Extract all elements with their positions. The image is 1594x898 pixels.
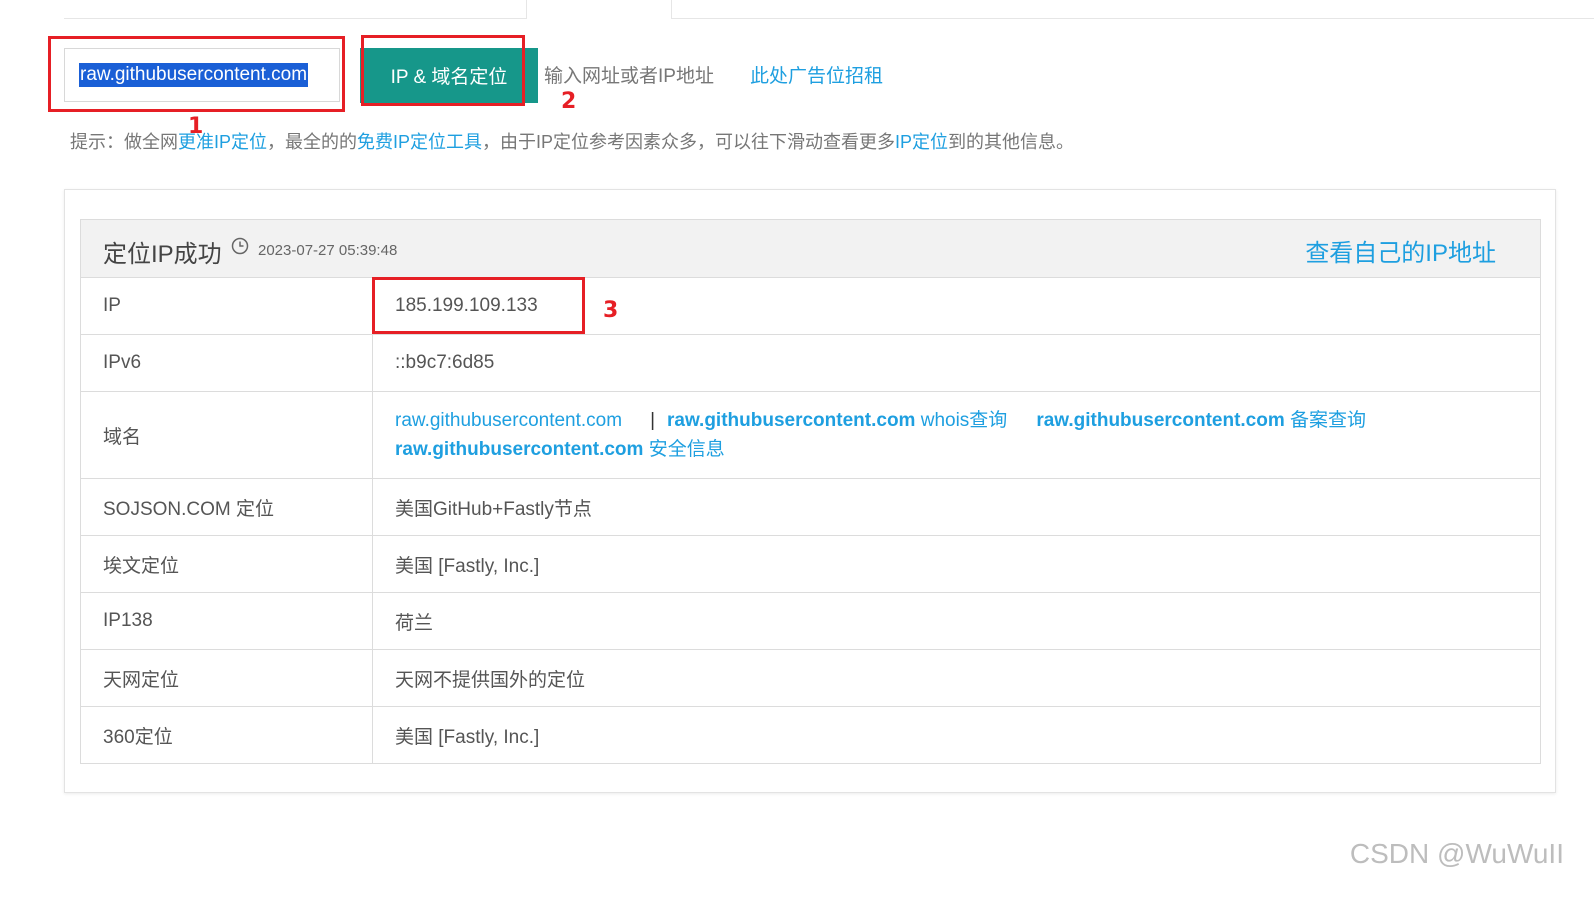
table-row-domain: 域名 raw.githubusercontent.com | raw.githubu… (81, 392, 1540, 479)
whois-label: whois查询 (915, 410, 1008, 431)
row-value: 美国GitHub+Fastly节点 (395, 498, 592, 520)
result-timestamp: 2023-07-27 05:39:48 (258, 242, 398, 259)
tip-link-free-tool[interactable]: 免费IP定位工具 (357, 132, 482, 152)
ad-link[interactable]: 此处广告位招租 (750, 61, 883, 88)
table-row-aiwen: 埃文定位 美国 [Fastly, Inc.] (81, 536, 1540, 593)
tip-suffix: 到的其他信息。 (948, 132, 1075, 152)
annotation-box-1 (48, 36, 345, 112)
row-value: 荷兰 (395, 612, 434, 634)
domain-separator: | (650, 410, 656, 431)
security-link[interactable]: raw.githubusercontent.com 安全信息 (395, 439, 725, 460)
result-title: 定位IP成功 (103, 241, 222, 268)
row-key: 360定位 (81, 707, 373, 763)
annotation-number-1: 1 (188, 114, 204, 139)
row-value: 美国 [Fastly, Inc.] (395, 726, 540, 748)
row-key: IPv6 (81, 335, 373, 391)
tab-left[interactable] (64, 0, 527, 19)
table-row-ip138: IP138 荷兰 (81, 593, 1540, 650)
result-header: 定位IP成功 2023-07-27 05:39:48 查看自己的IP地址 (81, 220, 1540, 278)
row-key: IP (81, 278, 373, 334)
table-row-ip: IP 185.199.109.133 (81, 278, 1540, 335)
whois-domain: raw.githubusercontent.com (667, 410, 916, 431)
tip-line: 提示：做全网更准IP定位，最全的的免费IP定位工具，由于IP定位参考因素众多，可… (70, 128, 1074, 154)
annotation-box-3 (372, 277, 585, 334)
beian-domain: raw.githubusercontent.com (1036, 410, 1285, 431)
my-ip-link[interactable]: 查看自己的IP地址 (1305, 233, 1496, 268)
tip-mid1: ，最全的的 (267, 132, 358, 152)
result-table: 定位IP成功 2023-07-27 05:39:48 查看自己的IP地址 IP … (80, 219, 1541, 764)
watermark: CSDN @WuWuII (1349, 838, 1564, 869)
row-value: 美国 [Fastly, Inc.] (395, 555, 540, 577)
annotation-number-3: 3 (603, 298, 619, 323)
domain-value: raw.githubusercontent.com | raw.githubuser… (373, 392, 1540, 478)
table-row-ipv6: IPv6 ::b9c7:6d85 (81, 335, 1540, 392)
domain-link[interactable]: raw.githubusercontent.com (395, 410, 622, 431)
input-hint: 输入网址或者IP地址 (544, 66, 714, 87)
top-tabs (64, 0, 1594, 19)
table-row-tianwang: 天网定位 天网不提供国外的定位 (81, 650, 1540, 707)
row-key: 天网定位 (81, 650, 373, 706)
tip-prefix: 提示：做全网 (70, 132, 178, 152)
row-value: 天网不提供国外的定位 (395, 669, 586, 691)
beian-link[interactable]: raw.githubusercontent.com 备案查询 (1036, 410, 1366, 431)
clock-icon (231, 237, 249, 255)
ipv6-value: ::b9c7:6d85 (395, 352, 495, 373)
annotation-box-2 (361, 35, 525, 106)
tab-right[interactable] (671, 0, 1594, 19)
security-label: 安全信息 (643, 439, 725, 460)
beian-label: 备案查询 (1284, 410, 1367, 431)
whois-link[interactable]: raw.githubusercontent.com whois查询 (667, 410, 1007, 431)
row-key: SOJSON.COM 定位 (81, 479, 373, 535)
row-key: IP138 (81, 593, 373, 649)
tip-mid2: ，由于IP定位参考因素众多，可以往下滑动查看更多 (482, 132, 896, 152)
table-row-360: 360定位 美国 [Fastly, Inc.] (81, 707, 1540, 763)
row-key: 埃文定位 (81, 536, 373, 592)
row-key: 域名 (81, 392, 373, 478)
tip-link-ip-locate[interactable]: IP定位 (895, 132, 948, 152)
table-row-sojson: SOJSON.COM 定位 美国GitHub+Fastly节点 (81, 479, 1540, 536)
annotation-number-2: 2 (561, 89, 577, 114)
security-domain: raw.githubusercontent.com (395, 439, 644, 460)
